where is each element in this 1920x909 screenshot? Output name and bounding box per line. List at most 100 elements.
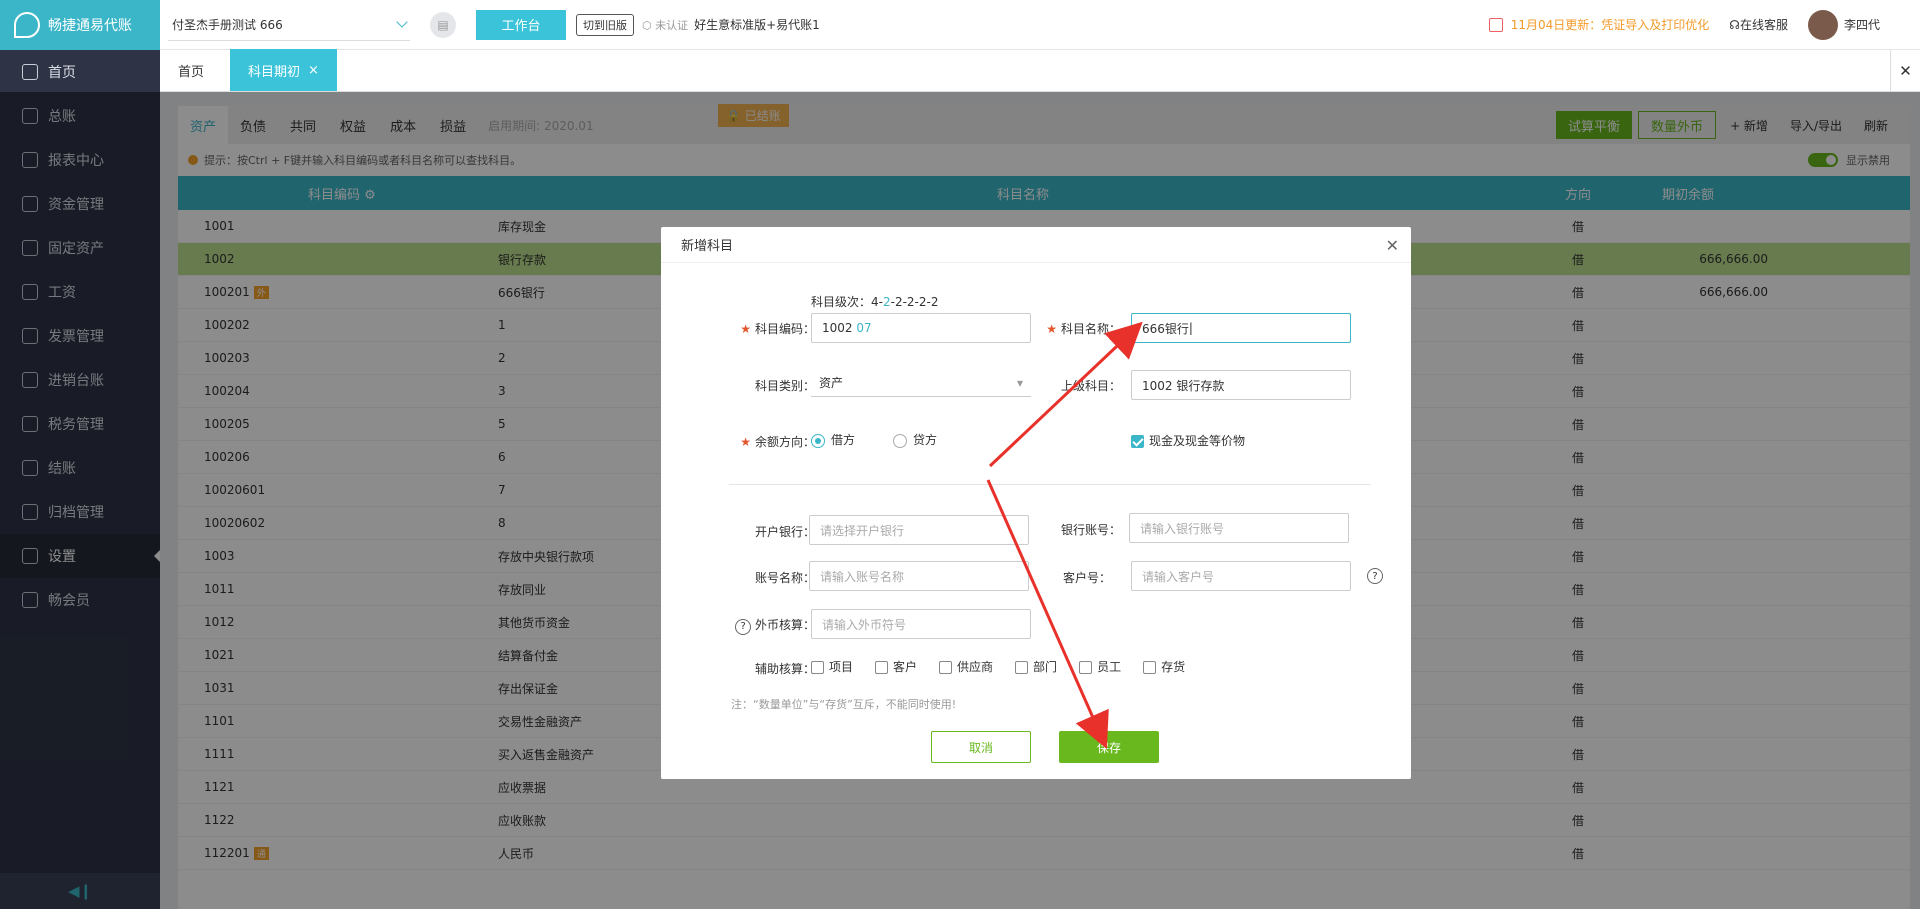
account-name-input[interactable]: 请输入账号名称 <box>809 561 1029 591</box>
sidebar-item-label: 首页 <box>48 65 76 81</box>
level-rest: -2-2-2-2 <box>890 295 939 309</box>
code-label-text: 科目编码： <box>754 322 815 336</box>
avatar[interactable] <box>1807 9 1838 40</box>
foreign-currency-input[interactable]: 请输入外币符号 <box>811 609 1031 639</box>
customer-number-label: 客户号： <box>1062 571 1111 585</box>
service-label: 在线客服 <box>1739 18 1788 32</box>
bank-label: 开户银行： <box>754 525 815 539</box>
auxiliary-label-text: 存货 <box>1161 660 1186 674</box>
company-name: 付圣杰手册测试 666 <box>172 17 283 32</box>
user-name[interactable]: 李四代 <box>1844 16 1880 33</box>
page-tabs: 首页 科目期初 × ✕ <box>160 49 1920 92</box>
auxiliary-checkbox[interactable]: 员工 <box>1079 658 1121 675</box>
online-service-link[interactable]: ☊ 在线客服 <box>1729 16 1788 33</box>
parent-label: 上级科目： <box>1060 379 1121 393</box>
tab-opening-balance[interactable]: 科目期初 × <box>230 49 337 91</box>
checkbox-unchecked-icon[interactable] <box>811 661 824 674</box>
logo-icon <box>14 12 40 38</box>
direction-label-text: 余额方向： <box>754 435 815 449</box>
auxiliary-label-text: 员工 <box>1097 660 1122 674</box>
checkbox-checked-icon[interactable] <box>1131 435 1144 448</box>
subject-code-input[interactable]: 1002 07 <box>811 313 1031 343</box>
switch-old-version-button[interactable]: 切到旧版 <box>576 13 634 36</box>
cert-label: 未认证 <box>655 18 689 32</box>
code-label: ★ 科目编码： <box>740 322 815 336</box>
cancel-button[interactable]: 取消 <box>931 731 1031 763</box>
add-subject-dialog: 新增科目 ✕ 科目级次：4-2-2-2-2-2 ★ 科目编码： 1002 07 ★… <box>661 227 1411 779</box>
debit-label: 借方 <box>831 433 856 447</box>
company-select[interactable]: 付圣杰手册测试 666 <box>168 9 410 41</box>
close-icon[interactable]: ✕ <box>1386 236 1399 255</box>
auxiliary-label-text: 项目 <box>829 660 854 674</box>
note-text: 注：“数量单位”与“存货”互斥，不能同时使用! <box>731 698 957 711</box>
credit-label: 贷方 <box>913 433 938 447</box>
subject-name-input[interactable]: 666银行 | <box>1131 313 1351 343</box>
subject-type-value: 资产 <box>819 376 844 390</box>
headset-icon: ☊ <box>1729 17 1740 32</box>
notice-text: 11月04日更新：凭证导入及打印优化 <box>1510 18 1710 32</box>
top-bar: 付圣杰手册测试 666 ▤ 工作台 切到旧版 ⬡ 未认证 好生意标准版+易代账1… <box>160 0 1920 50</box>
close-icon[interactable]: × <box>308 63 319 78</box>
save-button[interactable]: 保存 <box>1059 731 1159 763</box>
app-logo[interactable]: 畅捷通易代账 <box>0 0 160 50</box>
divider <box>729 484 1371 485</box>
foreign-currency-label: ? 外币核算： <box>705 616 815 635</box>
home-icon <box>22 64 38 80</box>
checkbox-unchecked-icon[interactable] <box>1015 661 1029 674</box>
checkbox-unchecked-icon[interactable] <box>939 661 953 674</box>
customer-number-input[interactable]: 请输入客户号 <box>1131 561 1351 591</box>
auxiliary-label-text: 客户 <box>893 660 918 674</box>
debit-radio[interactable]: 借方 <box>811 431 855 448</box>
dialog-header: 新增科目 ✕ <box>661 227 1411 263</box>
menu-icon[interactable]: ▤ <box>430 11 456 38</box>
chevron-down-icon: ▾ <box>1016 375 1023 390</box>
checkbox-unchecked-icon[interactable] <box>875 661 889 674</box>
account-number-input[interactable]: 请输入银行账号 <box>1129 513 1349 543</box>
checkbox-unchecked-icon[interactable] <box>1079 661 1093 674</box>
sidebar-item[interactable]: 首页 <box>0 50 160 94</box>
account-number-label: 银行账号： <box>1060 523 1121 537</box>
level-first: 4- <box>871 295 883 309</box>
cash-equivalent-checkbox[interactable]: 现金及现金等价物 <box>1131 432 1245 449</box>
workbench-button[interactable]: 工作台 <box>476 9 566 40</box>
code-prefix: 1002 <box>822 321 853 335</box>
tab-label: 首页 <box>178 64 205 80</box>
auxiliary-checkbox[interactable]: 项目 <box>811 658 853 675</box>
chevron-down-icon <box>396 16 408 28</box>
credit-radio[interactable]: 贷方 <box>893 431 937 448</box>
close-all-tabs-button[interactable]: ✕ <box>1890 50 1920 92</box>
foreign-currency-label-text: 外币核算： <box>754 618 815 632</box>
update-notice[interactable]: 11月04日更新：凭证导入及打印优化 <box>1488 16 1710 33</box>
subject-name-value: 666银行 <box>1142 321 1189 336</box>
help-icon[interactable]: ? <box>735 618 752 635</box>
auxiliary-label-text: 部门 <box>1033 660 1058 674</box>
level-label: 科目级次： <box>811 295 872 309</box>
cash-equivalent-label: 现金及现金等价物 <box>1149 434 1246 448</box>
app-name: 畅捷通易代账 <box>48 18 132 34</box>
auxiliary-checkbox[interactable]: 存货 <box>1143 658 1185 675</box>
certification-status: ⬡ 未认证 <box>642 18 689 32</box>
direction-label: ★ 余额方向： <box>740 435 815 449</box>
auxiliary-checkbox[interactable]: 部门 <box>1015 658 1057 675</box>
bank-input[interactable]: 请选择开户银行 <box>809 515 1029 545</box>
tab-home[interactable]: 首页 <box>160 49 222 91</box>
plan-name: 好生意标准版+易代账1 <box>694 18 820 32</box>
radio-unchecked-icon[interactable] <box>893 433 907 448</box>
help-icon[interactable]: ? <box>1367 568 1383 584</box>
code-suffix: 07 <box>856 321 872 335</box>
radio-checked-icon[interactable] <box>811 433 825 448</box>
subject-type-select[interactable]: 资产 ▾ <box>811 369 1031 397</box>
auxiliary-checkbox[interactable]: 供应商 <box>939 658 993 675</box>
level-highlight: 2 <box>882 295 891 309</box>
auxiliary-label: 辅助核算： <box>754 662 815 676</box>
parent-subject-input[interactable]: 1002 银行存款 <box>1131 370 1351 400</box>
checkbox-unchecked-icon[interactable] <box>1143 661 1157 674</box>
level-text: 科目级次：4-2-2-2-2-2 <box>811 293 938 310</box>
auxiliary-label-text: 供应商 <box>957 660 994 674</box>
name-label-text: 科目名称： <box>1060 322 1121 336</box>
tab-label: 科目期初 <box>248 64 301 80</box>
type-label: 科目类别： <box>754 379 815 393</box>
name-label: ★ 科目名称： <box>1046 322 1121 336</box>
account-name-label: 账号名称： <box>754 571 815 585</box>
auxiliary-checkbox[interactable]: 客户 <box>875 658 917 675</box>
